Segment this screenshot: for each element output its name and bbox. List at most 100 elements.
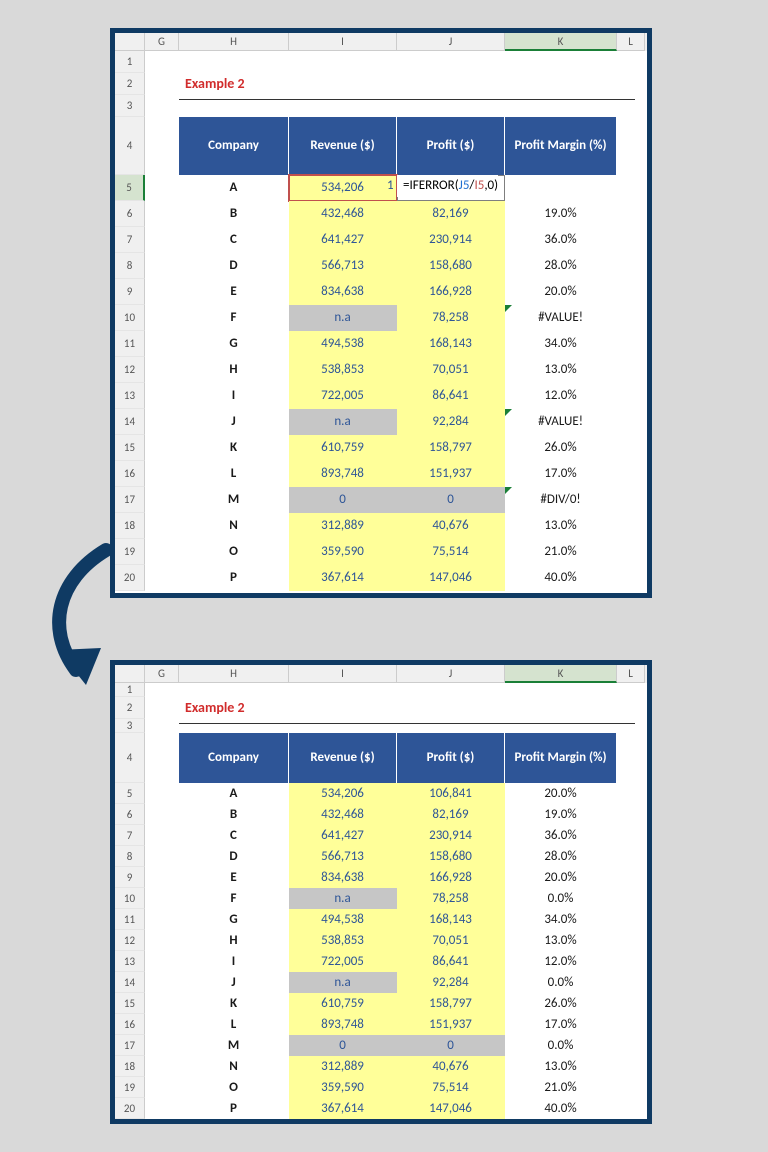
table-row[interactable]: 18N312,88940,67613.0% xyxy=(115,1056,647,1077)
margin-cell[interactable]: 28.0% xyxy=(505,846,617,867)
revenue-cell[interactable]: 641,427 xyxy=(289,227,397,253)
col-J[interactable]: J xyxy=(397,33,505,51)
company-cell[interactable]: P xyxy=(179,565,289,591)
margin-cell[interactable]: 20.0% xyxy=(505,279,617,305)
profit-cell[interactable]: 151,937 xyxy=(397,461,505,487)
profit-cell[interactable]: 92,284 xyxy=(397,409,505,435)
revenue-cell[interactable]: 432,468 xyxy=(289,201,397,227)
company-cell[interactable]: F xyxy=(179,888,289,909)
company-cell[interactable]: H xyxy=(179,357,289,383)
table-row[interactable]: 20P367,614147,04640.0% xyxy=(115,1098,647,1119)
company-cell[interactable]: P xyxy=(179,1098,289,1119)
table-row[interactable]: 17M00#DIV/0! xyxy=(115,487,647,513)
col-G[interactable]: G xyxy=(145,33,179,51)
table-row[interactable]: 13I722,00586,64112.0% xyxy=(115,951,647,972)
profit-cell[interactable]: 78,258 xyxy=(397,305,505,331)
table-row[interactable]: 6B432,46882,16919.0% xyxy=(115,201,647,227)
margin-cell[interactable]: 12.0% xyxy=(505,383,617,409)
revenue-cell[interactable]: n.a xyxy=(289,409,397,435)
revenue-cell[interactable]: 367,614 xyxy=(289,1098,397,1119)
col-L[interactable]: L xyxy=(617,665,645,683)
profit-cell[interactable]: 78,258 xyxy=(397,888,505,909)
profit-cell[interactable]: 158,797 xyxy=(397,993,505,1014)
company-cell[interactable]: C xyxy=(179,227,289,253)
company-cell[interactable]: C xyxy=(179,825,289,846)
revenue-cell[interactable]: 641,427 xyxy=(289,825,397,846)
margin-cell[interactable]: 26.0% xyxy=(505,435,617,461)
company-cell[interactable]: O xyxy=(179,1077,289,1098)
profit-cell[interactable]: 168,143 xyxy=(397,331,505,357)
margin-cell[interactable] xyxy=(505,175,617,201)
profit-cell[interactable]: 106,841 xyxy=(397,783,505,804)
profit-cell[interactable]: 82,169 xyxy=(397,201,505,227)
margin-cell[interactable]: 13.0% xyxy=(505,930,617,951)
margin-cell[interactable]: 13.0% xyxy=(505,357,617,383)
company-cell[interactable]: D xyxy=(179,846,289,867)
revenue-cell[interactable]: 359,590 xyxy=(289,1077,397,1098)
table-row[interactable]: 7C641,427230,91436.0% xyxy=(115,227,647,253)
col-G[interactable]: G xyxy=(145,665,179,683)
profit-cell[interactable]: 166,928 xyxy=(397,279,505,305)
revenue-cell[interactable]: n.a xyxy=(289,972,397,993)
company-cell[interactable]: D xyxy=(179,253,289,279)
table-row[interactable]: 9E834,638166,92820.0% xyxy=(115,279,647,305)
profit-cell[interactable]: 70,051 xyxy=(397,357,505,383)
profit-cell[interactable]: 158,680 xyxy=(397,253,505,279)
revenue-cell[interactable]: 0 xyxy=(289,1035,397,1056)
company-cell[interactable]: M xyxy=(179,487,289,513)
margin-cell[interactable]: 13.0% xyxy=(505,513,617,539)
col-K[interactable]: K xyxy=(505,665,617,683)
table-row[interactable]: 20P367,614147,04640.0% xyxy=(115,565,647,591)
table-row[interactable]: 13I722,00586,64112.0% xyxy=(115,383,647,409)
profit-cell[interactable]: 0 xyxy=(397,487,505,513)
col-I[interactable]: I xyxy=(289,33,397,51)
table-row[interactable]: 12H538,85370,05113.0% xyxy=(115,357,647,383)
table-row[interactable]: 15K610,759158,79726.0% xyxy=(115,435,647,461)
table-row[interactable]: 12H538,85370,05113.0% xyxy=(115,930,647,951)
company-cell[interactable]: J xyxy=(179,972,289,993)
profit-cell[interactable]: 168,143 xyxy=(397,909,505,930)
company-cell[interactable]: L xyxy=(179,1014,289,1035)
revenue-cell[interactable]: 893,748 xyxy=(289,1014,397,1035)
table-row[interactable]: 14Jn.a92,284#VALUE! xyxy=(115,409,647,435)
table-row[interactable]: 14Jn.a92,2840.0% xyxy=(115,972,647,993)
profit-cell[interactable]: 75,514 xyxy=(397,1077,505,1098)
profit-cell[interactable]: 86,641 xyxy=(397,951,505,972)
company-cell[interactable]: H xyxy=(179,930,289,951)
table-row[interactable]: 19O359,59075,51421.0% xyxy=(115,539,647,565)
company-cell[interactable]: E xyxy=(179,279,289,305)
revenue-cell[interactable]: 610,759 xyxy=(289,993,397,1014)
table-row[interactable]: 8D566,713158,68028.0% xyxy=(115,846,647,867)
col-J[interactable]: J xyxy=(397,665,505,683)
margin-cell[interactable]: 34.0% xyxy=(505,331,617,357)
company-cell[interactable]: K xyxy=(179,993,289,1014)
margin-cell[interactable]: #DIV/0! xyxy=(505,487,617,513)
revenue-cell[interactable]: 538,853 xyxy=(289,357,397,383)
company-cell[interactable]: K xyxy=(179,435,289,461)
revenue-cell[interactable]: 722,005 xyxy=(289,951,397,972)
profit-cell[interactable]: 86,641 xyxy=(397,383,505,409)
margin-cell[interactable]: 36.0% xyxy=(505,825,617,846)
company-cell[interactable]: G xyxy=(179,331,289,357)
table-row[interactable]: 18N312,88940,67613.0% xyxy=(115,513,647,539)
profit-cell[interactable]: 70,051 xyxy=(397,930,505,951)
company-cell[interactable]: L xyxy=(179,461,289,487)
grid-bottom[interactable]: 1 2Example 2 3 4 Company Revenue ($) Pro… xyxy=(115,683,647,1119)
revenue-cell[interactable]: 359,590 xyxy=(289,539,397,565)
profit-cell[interactable]: 151,937 xyxy=(397,1014,505,1035)
col-H[interactable]: H xyxy=(179,665,289,683)
revenue-cell[interactable]: 494,538 xyxy=(289,331,397,357)
revenue-cell[interactable]: 432,468 xyxy=(289,804,397,825)
table-row[interactable]: 11G494,538168,14334.0% xyxy=(115,909,647,930)
company-cell[interactable]: E xyxy=(179,867,289,888)
profit-cell-editing[interactable]: 1=IFERROR(J5/I5,0) xyxy=(397,175,505,201)
margin-cell[interactable]: 28.0% xyxy=(505,253,617,279)
table-row[interactable]: 17M000.0% xyxy=(115,1035,647,1056)
profit-cell[interactable]: 166,928 xyxy=(397,867,505,888)
company-cell[interactable]: I xyxy=(179,951,289,972)
table-row[interactable]: 10Fn.a78,258#VALUE! xyxy=(115,305,647,331)
margin-cell[interactable]: 0.0% xyxy=(505,888,617,909)
table-row[interactable]: 10Fn.a78,2580.0% xyxy=(115,888,647,909)
table-row[interactable]: 16L893,748151,93717.0% xyxy=(115,461,647,487)
profit-cell[interactable]: 40,676 xyxy=(397,1056,505,1077)
